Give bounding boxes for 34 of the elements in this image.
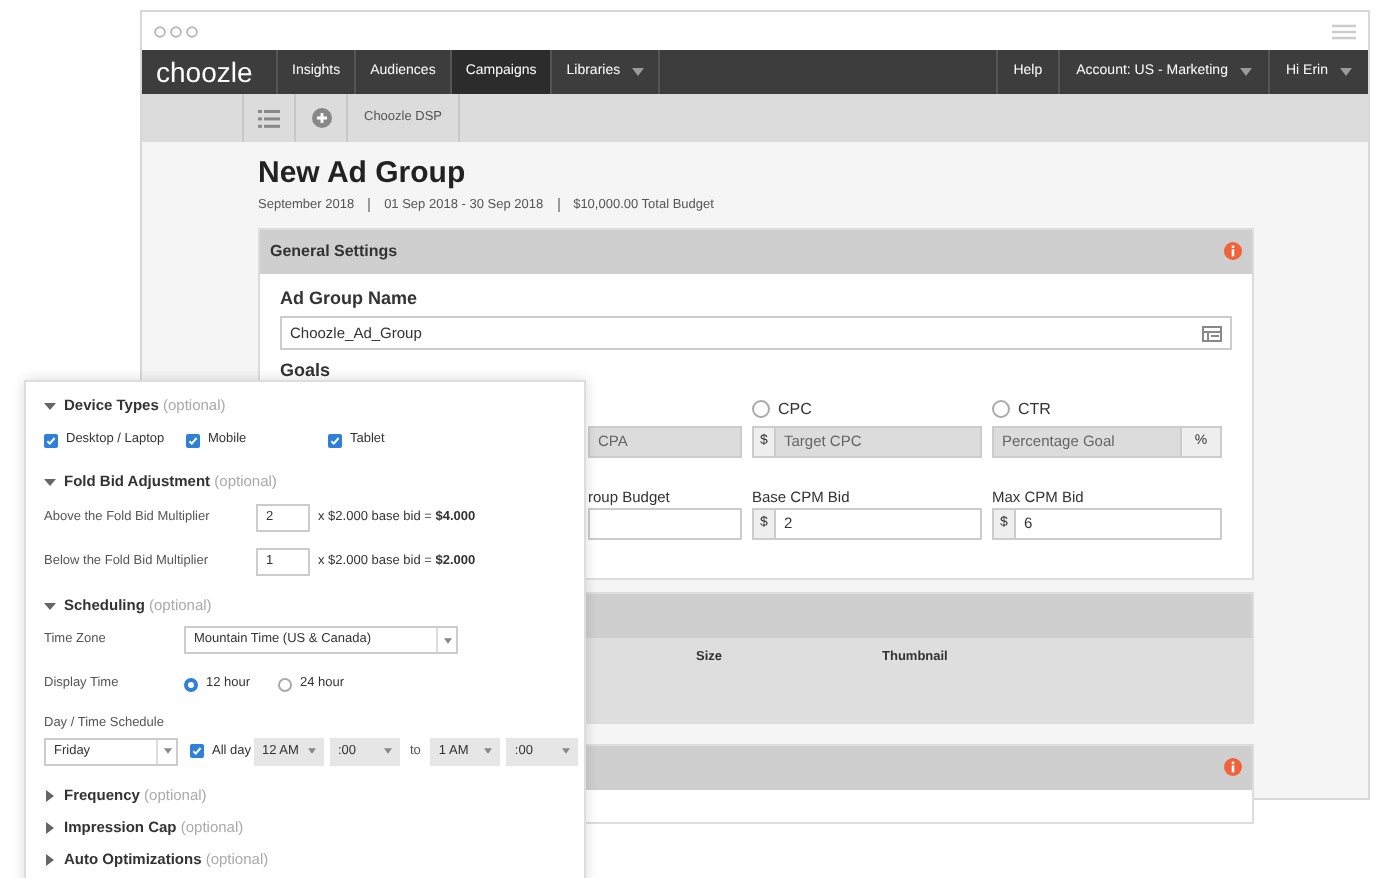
page-title: New Ad Group [258, 156, 466, 192]
goal-label: CTR [1018, 397, 1051, 422]
radio-button[interactable] [184, 677, 198, 691]
collapsed-arrow-icon[interactable] [44, 789, 56, 802]
card-title: General Settings [270, 239, 398, 264]
expanded-arrow-icon[interactable] [44, 600, 56, 612]
checkbox[interactable] [186, 433, 200, 447]
list-icon [258, 109, 280, 127]
plus-circle-icon [311, 108, 331, 128]
list-button[interactable] [242, 94, 296, 142]
caret-icon [562, 748, 571, 755]
radio-button[interactable] [992, 400, 1010, 419]
window-dots-icon [154, 25, 198, 37]
field-label: Ad Group Name [280, 285, 418, 312]
checkbox[interactable] [44, 433, 58, 447]
info-icon [1224, 242, 1242, 261]
bid-field[interactable] [588, 507, 742, 540]
info-icon [1224, 758, 1242, 777]
caret-icon [308, 748, 316, 755]
caret-icon [484, 748, 493, 755]
checkbox[interactable] [328, 433, 342, 447]
checkbox[interactable] [190, 744, 204, 759]
expanded-arrow-icon[interactable] [44, 476, 56, 488]
collapsed-arrow-icon[interactable] [44, 853, 56, 866]
brand-logo[interactable]: choozle [142, 50, 276, 94]
radio-button[interactable] [278, 677, 292, 691]
field-label: Goals [280, 358, 331, 385]
collapsed-arrow-icon[interactable] [44, 821, 56, 834]
goal-label: CPC [778, 397, 812, 422]
caret-icon [163, 748, 171, 755]
expanded-arrow-icon[interactable] [44, 400, 56, 412]
caret-icon [384, 748, 392, 755]
card-list-icon [1202, 325, 1222, 342]
radio-button[interactable] [752, 400, 770, 419]
